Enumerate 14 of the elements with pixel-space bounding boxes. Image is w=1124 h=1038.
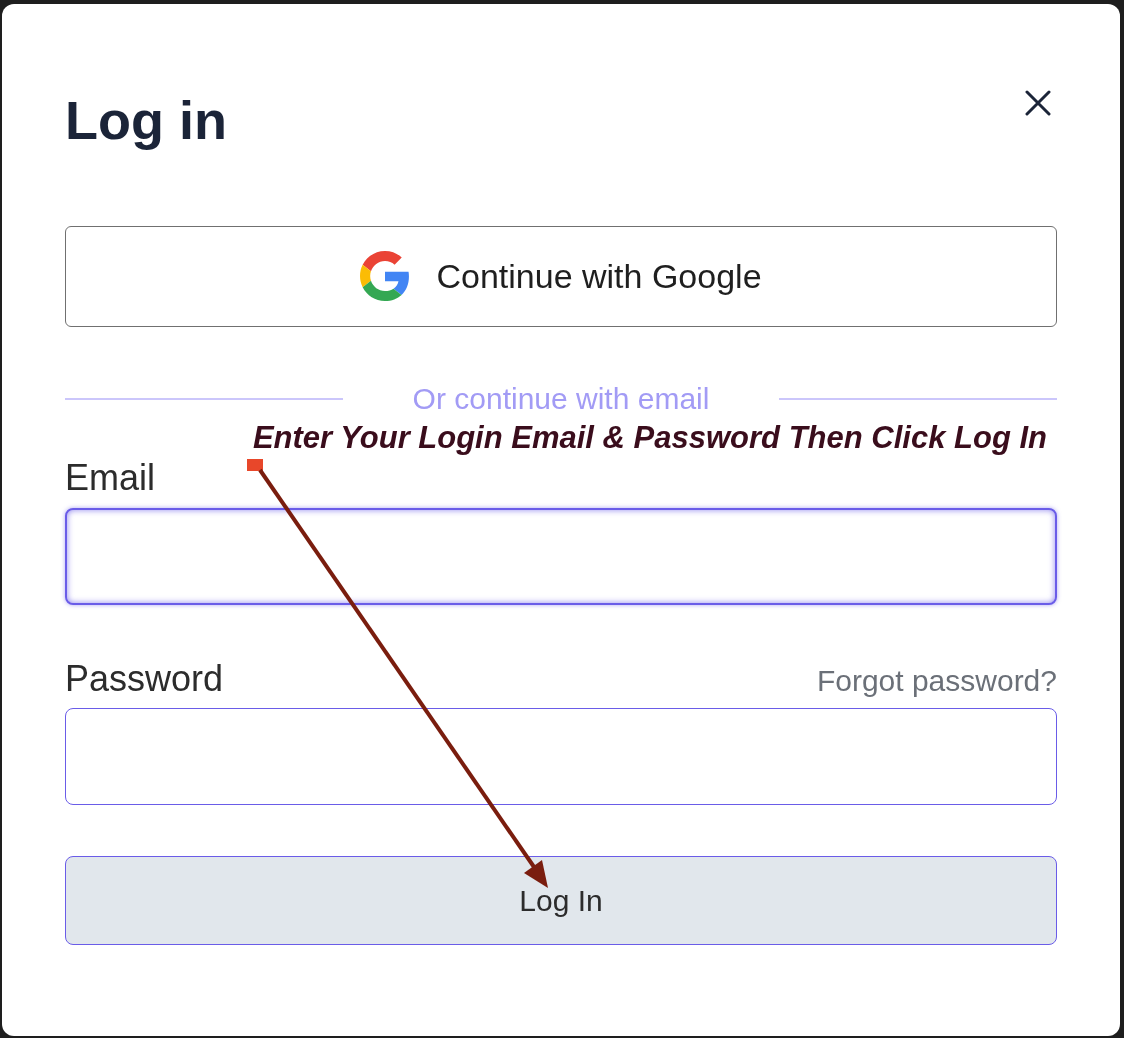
annotation-text: Enter Your Login Email & Password Then Click Log In xyxy=(251,421,1048,455)
close-button[interactable] xyxy=(1025,90,1051,116)
divider-text: Or continue with email xyxy=(411,380,711,417)
google-sign-in-button[interactable]: Continue with Google xyxy=(65,225,1057,327)
forgot-password-link[interactable]: Forgot password? xyxy=(816,662,1057,699)
field-label: Password xyxy=(65,656,224,700)
dialog-title: Log in xyxy=(65,89,227,152)
g-logo-icon xyxy=(360,251,411,302)
close-icon xyxy=(1025,90,1051,116)
input-field[interactable] xyxy=(65,507,1057,605)
input-field[interactable] xyxy=(65,707,1057,805)
log-in-button[interactable]: Log In xyxy=(65,855,1057,945)
square-marker-icon xyxy=(247,459,263,471)
field-label: Email xyxy=(65,456,156,500)
